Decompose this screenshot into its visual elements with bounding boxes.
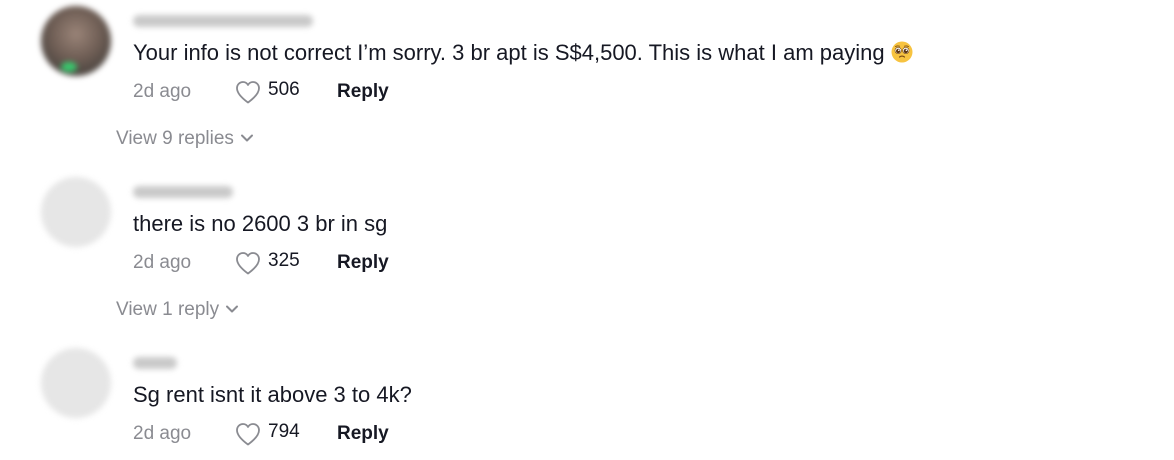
reply-button[interactable]: Reply	[337, 423, 389, 445]
username-blurred[interactable]	[133, 357, 177, 369]
comment-meta: 2d ago 794 Reply	[133, 421, 533, 447]
comment-text-content: Your info is not correct I’m sorry. 3 br…	[133, 40, 885, 65]
reply-button[interactable]: Reply	[337, 252, 389, 274]
comment-text: Sg rent isnt it above 3 to 4k?	[133, 382, 412, 407]
like-count: 506	[268, 79, 300, 100]
chevron-down-icon	[240, 134, 253, 142]
reply-button[interactable]: Reply	[337, 81, 389, 103]
like-count: 794	[268, 421, 300, 442]
heart-outline-icon[interactable]	[234, 421, 262, 447]
avatar[interactable]	[41, 177, 111, 247]
chevron-down-icon	[226, 305, 239, 313]
comment-meta: 2d ago 506 Reply	[133, 79, 533, 105]
avatar[interactable]	[41, 6, 111, 76]
comment-text: there is no 2600 3 br in sg	[133, 211, 388, 236]
comment-meta: 2d ago 325 Reply	[133, 250, 533, 276]
view-replies-button[interactable]: View 9 replies	[116, 128, 254, 150]
comment-text: Your info is not correct I’m sorry. 3 br…	[133, 40, 913, 66]
comment-timestamp: 2d ago	[133, 81, 192, 102]
heart-outline-icon[interactable]	[234, 250, 262, 276]
username-blurred[interactable]	[133, 15, 313, 27]
username-blurred[interactable]	[133, 186, 233, 198]
comment-timestamp: 2d ago	[133, 423, 192, 444]
pleading-face-emoji-icon	[891, 41, 913, 63]
comment-timestamp: 2d ago	[133, 252, 192, 273]
heart-outline-icon[interactable]	[234, 79, 262, 105]
avatar[interactable]	[41, 348, 111, 418]
view-replies-button[interactable]: View 1 reply	[116, 299, 239, 321]
view-replies-label: View 1 reply	[116, 299, 220, 320]
view-replies-label: View 9 replies	[116, 128, 234, 149]
like-count: 325	[268, 250, 300, 271]
